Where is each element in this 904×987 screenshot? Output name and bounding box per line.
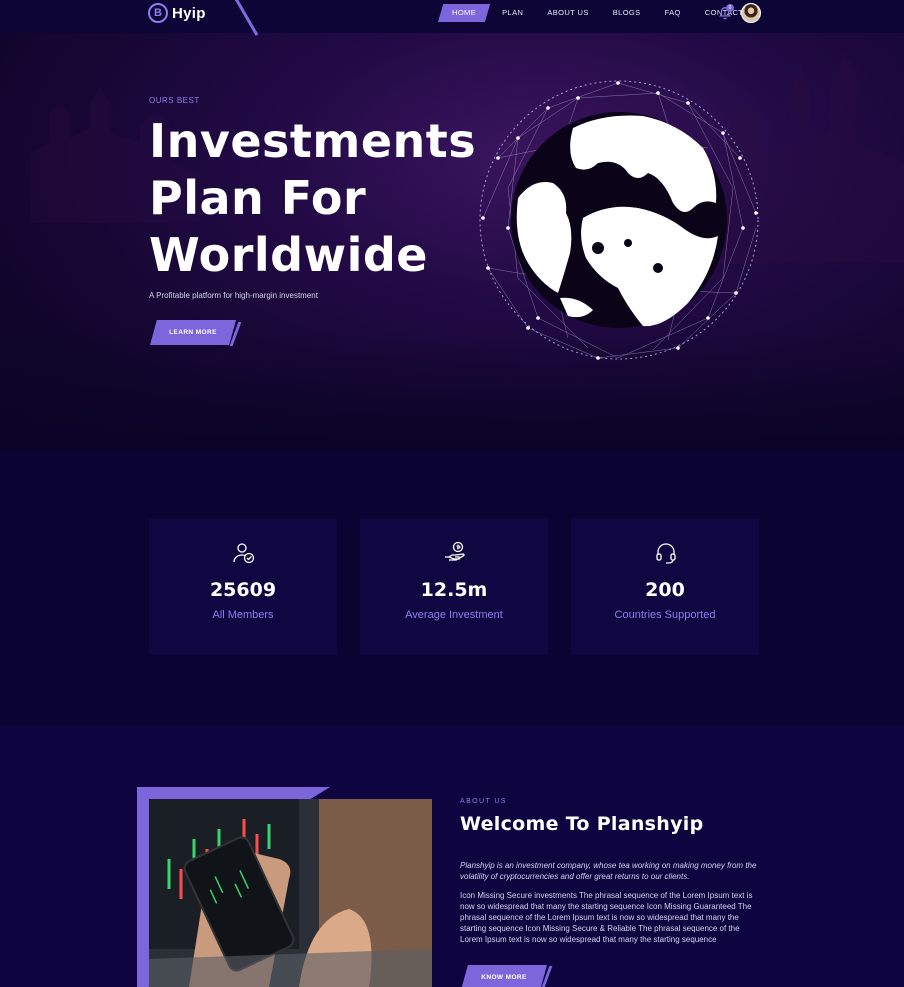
hero-title-line3: Worldwide xyxy=(149,228,428,282)
hand-coin-icon xyxy=(445,541,465,561)
stats-section: 25609 All Members 12.5m Average Investme… xyxy=(0,450,904,725)
menu-item-home[interactable]: HOME xyxy=(438,4,491,22)
stat-value-members: 25609 xyxy=(209,579,277,601)
main-menu: HOME PLAN ABOUT US BLOGS FAQ CONTACT xyxy=(438,4,755,22)
top-navbar: B Hyip HOME PLAN ABOUT US BLOGS FAQ CONT… xyxy=(0,0,904,36)
about-eyebrow: ABOUT US xyxy=(460,798,507,805)
hero-subtitle: A Profitable platform for high-margin in… xyxy=(149,291,318,300)
menu-item-about-us[interactable]: ABOUT US xyxy=(535,4,600,22)
stat-label-investment: Average Investment xyxy=(405,609,503,621)
headset-icon xyxy=(656,543,676,564)
nav-divider-slash xyxy=(234,0,259,36)
trading-phone-photo xyxy=(149,799,432,987)
stat-card-members: 25609 All Members xyxy=(149,519,337,655)
menu-item-blogs[interactable]: BLOGS xyxy=(601,4,653,22)
stat-label-countries: Countries Supported xyxy=(614,609,716,621)
user-check-icon xyxy=(233,543,255,564)
know-more-button[interactable]: KNOW MORE xyxy=(461,965,547,987)
hero-title-line2: Plan For xyxy=(149,171,367,225)
stat-card-investment: 12.5m Average Investment xyxy=(360,519,548,655)
user-avatar[interactable] xyxy=(741,3,761,23)
brand-logo[interactable]: B Hyip xyxy=(148,3,206,23)
notification-badge: 0 xyxy=(726,4,734,12)
about-section: ABOUT US Welcome To Planshyip Planshyip … xyxy=(0,725,904,987)
page: B Hyip HOME PLAN ABOUT US BLOGS FAQ CONT… xyxy=(0,0,904,987)
about-body: Icon Missing Secure investments The phra… xyxy=(460,891,753,944)
about-intro: Planshyip is an investment company, whos… xyxy=(460,861,757,881)
menu-item-plan[interactable]: PLAN xyxy=(490,4,535,22)
trading-chart-illustration xyxy=(149,799,432,987)
hero-title-line1: Investments xyxy=(149,114,477,168)
stat-value-investment: 12.5m xyxy=(420,579,488,601)
about-title: Welcome To Planshyip xyxy=(460,813,704,835)
bitcoin-logo-icon: B xyxy=(148,3,168,23)
brand-name: Hyip xyxy=(172,4,206,22)
stat-card-countries: 200 Countries Supported xyxy=(571,519,759,655)
hero-section: OURS BEST Investments Plan For Worldwide… xyxy=(0,33,904,450)
stat-value-countries: 200 xyxy=(645,579,685,601)
hero-title: Investments Plan For Worldwide xyxy=(149,113,477,284)
menu-item-faq[interactable]: FAQ xyxy=(653,4,693,22)
hero-eyebrow: OURS BEST xyxy=(149,96,200,105)
network-globe-illustration xyxy=(479,80,759,360)
learn-more-button[interactable]: LEARN MORE xyxy=(150,320,236,345)
stat-label-members: All Members xyxy=(212,609,274,621)
